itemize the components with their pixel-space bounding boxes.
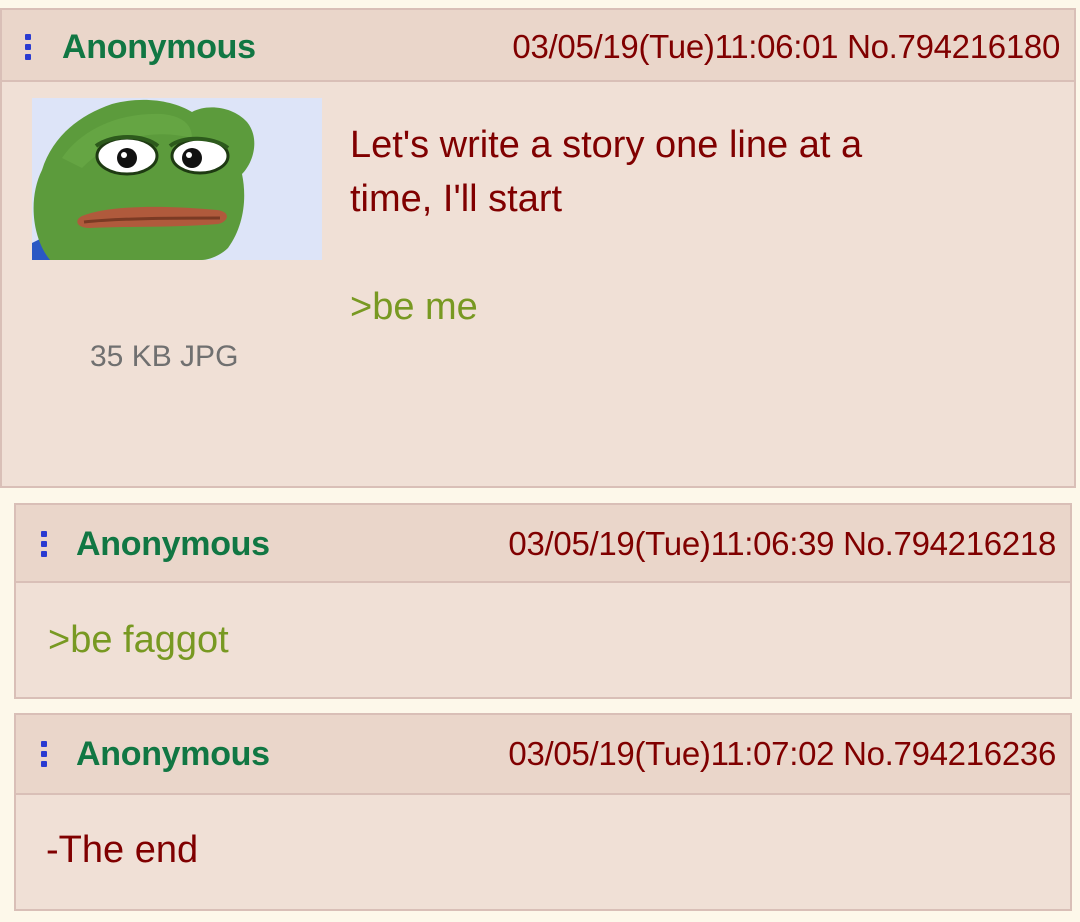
post-header: Anonymous 03/05/19(Tue)11:06:01 No.79421… xyxy=(2,10,1074,82)
post-op: Anonymous 03/05/19(Tue)11:06:01 No.79421… xyxy=(0,8,1076,488)
pepe-thumbnail[interactable] xyxy=(32,98,322,260)
post-meta[interactable]: 03/05/19(Tue)11:07:02 No.794216236 xyxy=(508,735,1056,773)
greentext-line: >be me xyxy=(350,286,478,328)
post-message: -The end xyxy=(46,829,199,871)
menu-icon[interactable] xyxy=(24,34,32,60)
post-reply: Anonymous 03/05/19(Tue)11:07:02 No.79421… xyxy=(14,713,1072,911)
menu-icon[interactable] xyxy=(40,741,48,767)
message-line: Let's write a story one line at a xyxy=(350,124,863,166)
post-meta[interactable]: 03/05/19(Tue)11:06:39 No.794216218 xyxy=(508,525,1056,563)
post-message: Let's write a story one line at a time, … xyxy=(350,118,862,334)
post-meta[interactable]: 03/05/19(Tue)11:06:01 No.794216180 xyxy=(512,28,1060,66)
post-reply: Anonymous 03/05/19(Tue)11:06:39 No.79421… xyxy=(14,503,1072,699)
greentext-line: >be faggot xyxy=(48,619,229,661)
poster-name: Anonymous xyxy=(76,735,270,773)
poster-name: Anonymous xyxy=(62,28,256,66)
menu-icon[interactable] xyxy=(40,531,48,557)
file-info[interactable]: 35 KB JPG xyxy=(90,340,238,374)
message-line: time, I'll start xyxy=(350,178,563,220)
post-header: Anonymous 03/05/19(Tue)11:07:02 No.79421… xyxy=(16,715,1070,795)
post-header: Anonymous 03/05/19(Tue)11:06:39 No.79421… xyxy=(16,505,1070,583)
poster-name: Anonymous xyxy=(76,525,270,563)
